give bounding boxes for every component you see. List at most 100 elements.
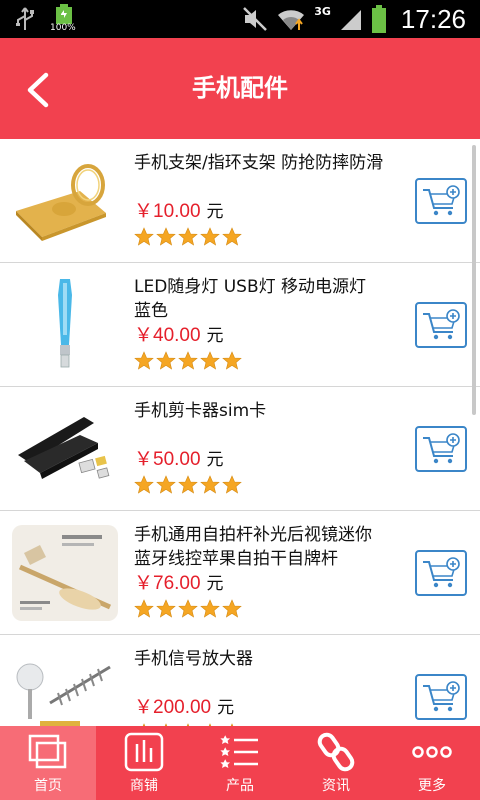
page-title: 手机配件 xyxy=(192,74,288,102)
signal-booster-image xyxy=(16,663,111,726)
product-info: 手机信号放大器 ￥200.00 元 xyxy=(134,647,384,726)
selfie-stick-image xyxy=(12,525,118,621)
price-unit: 元 xyxy=(206,326,224,346)
network-type-label: 3G xyxy=(314,4,331,18)
product-name[interactable]: 手机通用自拍杆补光后视镜迷你蓝牙线控苹果自拍干自牌杆 xyxy=(134,523,384,571)
star-icon xyxy=(134,599,154,618)
rating-stars xyxy=(134,225,384,249)
star-icon xyxy=(200,227,220,246)
usb-icon xyxy=(16,7,34,30)
product-list-icon xyxy=(220,735,258,768)
clock: 17:26 xyxy=(400,3,466,34)
tab-label: 更多 xyxy=(418,778,446,794)
add-to-cart-icon xyxy=(423,185,460,216)
tab-label: 资讯 xyxy=(322,778,350,794)
back-arrow-icon[interactable] xyxy=(22,72,58,108)
star-icon xyxy=(200,351,220,370)
phone-ring-holder-image xyxy=(16,164,106,241)
add-to-cart-button[interactable] xyxy=(415,178,467,224)
sim-card-cutter-image xyxy=(18,417,110,479)
tab-news[interactable]: 资讯 xyxy=(288,726,384,800)
price-row: ￥40.00 元 xyxy=(134,323,384,349)
shop-icon xyxy=(124,732,164,772)
star-icon xyxy=(178,599,198,618)
usb-led-light-image xyxy=(58,279,72,368)
tab-home[interactable]: 首页 xyxy=(0,726,96,800)
star-icon xyxy=(200,475,220,494)
status-bar: 100% 3G 17:26 xyxy=(0,0,480,38)
more-icon xyxy=(412,746,452,758)
price-unit: 元 xyxy=(217,698,235,718)
star-icon xyxy=(156,599,176,618)
tab-shop[interactable]: 商铺 xyxy=(96,726,192,800)
star-icon xyxy=(134,351,154,370)
star-icon xyxy=(156,475,176,494)
rating-stars xyxy=(134,473,384,497)
star-icon xyxy=(178,475,198,494)
star-icon xyxy=(178,351,198,370)
product-info: 手机通用自拍杆补光后视镜迷你蓝牙线控苹果自拍干自牌杆 ￥76.00 元 xyxy=(134,523,384,621)
price-row: ￥200.00 元 xyxy=(134,695,384,721)
star-icon xyxy=(134,475,154,494)
product-item[interactable]: LED随身灯 USB灯 移动电源灯 蓝色 ￥40.00 元 xyxy=(0,263,480,387)
tab-label: 产品 xyxy=(226,778,254,794)
star-icon xyxy=(222,599,242,618)
star-icon xyxy=(222,475,242,494)
price-unit: 元 xyxy=(206,202,224,222)
price-unit: 元 xyxy=(206,574,224,594)
wifi-icon xyxy=(278,10,305,30)
product-name[interactable]: 手机支架/指环支架 防抢防摔防滑 xyxy=(134,151,384,199)
price-row: ￥10.00 元 xyxy=(134,199,384,225)
tab-label: 首页 xyxy=(34,778,62,794)
add-to-cart-icon xyxy=(423,309,460,340)
star-icon xyxy=(222,351,242,370)
product-info: 手机剪卡器sim卡 ￥50.00 元 xyxy=(134,399,384,497)
status-right-group: 3G 17:26 xyxy=(242,0,466,38)
star-icon xyxy=(178,227,198,246)
product-price: ￥50.00 xyxy=(134,449,201,470)
add-to-cart-icon xyxy=(423,557,460,588)
rating-stars xyxy=(134,349,384,373)
battery-full-icon: 100% xyxy=(50,4,76,33)
add-to-cart-button[interactable] xyxy=(415,550,467,596)
tab-products[interactable]: 产品 xyxy=(192,726,288,800)
product-item[interactable]: 手机剪卡器sim卡 ￥50.00 元 xyxy=(0,387,480,511)
star-icon xyxy=(156,227,176,246)
star-icon xyxy=(134,227,154,246)
star-icon xyxy=(200,599,220,618)
mute-icon xyxy=(243,7,268,31)
add-to-cart-button[interactable] xyxy=(415,674,467,720)
star-icon xyxy=(156,351,176,370)
battery-percent-label: 100% xyxy=(50,23,76,33)
add-to-cart-button[interactable] xyxy=(415,426,467,472)
add-to-cart-icon xyxy=(423,681,460,712)
battery-icon xyxy=(371,5,386,33)
product-name[interactable]: 手机剪卡器sim卡 xyxy=(134,399,384,447)
product-list[interactable]: 手机支架/指环支架 防抢防摔防滑 ￥10.00 元 LED随身灯 USB灯 移动… xyxy=(0,139,480,726)
link-icon xyxy=(317,732,355,772)
app-screen: 100% 3G 17:26 手机配件 手机支架/指环支架 防抢防摔防滑 ￥10.… xyxy=(0,0,480,800)
price-row: ￥76.00 元 xyxy=(134,571,384,597)
rating-stars xyxy=(134,597,384,621)
product-price: ￥76.00 xyxy=(134,573,201,594)
product-name[interactable]: LED随身灯 USB灯 移动电源灯 蓝色 xyxy=(134,275,384,323)
add-to-cart-button[interactable] xyxy=(415,302,467,348)
product-price: ￥40.00 xyxy=(134,325,201,346)
product-item[interactable]: 手机信号放大器 ￥200.00 元 xyxy=(0,635,480,726)
add-to-cart-icon xyxy=(423,433,460,464)
product-price: ￥10.00 xyxy=(134,201,201,222)
tab-label: 商铺 xyxy=(130,778,158,794)
app-header: 手机配件 xyxy=(0,38,480,139)
bottom-tab-bar: 首页 商铺 产品 资讯 更多 xyxy=(0,726,480,800)
price-row: ￥50.00 元 xyxy=(134,447,384,473)
star-icon xyxy=(222,227,242,246)
product-item[interactable]: 手机通用自拍杆补光后视镜迷你蓝牙线控苹果自拍干自牌杆 ￥76.00 元 xyxy=(0,511,480,635)
product-price: ￥200.00 xyxy=(134,697,212,718)
list-scrollbar[interactable] xyxy=(472,145,476,415)
product-info: 手机支架/指环支架 防抢防摔防滑 ￥10.00 元 xyxy=(134,151,384,249)
product-info: LED随身灯 USB灯 移动电源灯 蓝色 ￥40.00 元 xyxy=(134,275,384,373)
signal-icon xyxy=(340,10,361,30)
product-name[interactable]: 手机信号放大器 xyxy=(134,647,384,695)
product-item[interactable]: 手机支架/指环支架 防抢防摔防滑 ￥10.00 元 xyxy=(0,139,480,263)
tab-more[interactable]: 更多 xyxy=(384,726,480,800)
